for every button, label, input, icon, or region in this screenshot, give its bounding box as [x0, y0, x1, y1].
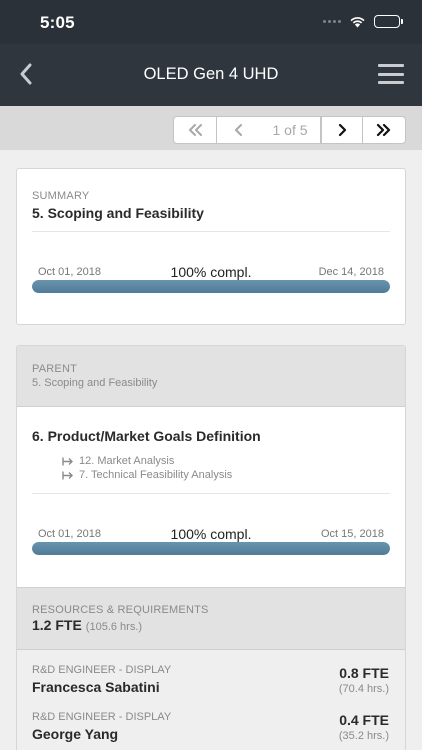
resource-hours: (35.2 hrs.)	[338, 730, 389, 742]
status-time: 5:05	[40, 13, 75, 32]
resource-list: R&D ENGINEER - DISPLAY Francesca Sabatin…	[17, 650, 405, 750]
dependency-item[interactable]: 7. Technical Feasibility Analysis	[62, 468, 232, 482]
resource-name: George Yang	[32, 726, 119, 742]
parent-name: 5. Scoping and Feasibility	[32, 377, 158, 389]
status-icons	[323, 15, 403, 28]
previous-page-button[interactable]	[217, 117, 260, 143]
resource-row[interactable]: R&D ENGINEER - DISPLAY Francesca Sabatin…	[17, 650, 405, 696]
summary-progress-bar	[32, 280, 390, 293]
first-page-button[interactable]	[174, 117, 217, 143]
task-progress-bar	[32, 542, 390, 555]
resource-fte: 0.8 FTE	[339, 665, 389, 681]
page-title: OLED Gen 4 UHD	[143, 65, 279, 83]
resource-row[interactable]: R&D ENGINEER - DISPLAY George Yang 0.4 F…	[17, 697, 405, 743]
resource-role: R&D ENGINEER - DISPLAY	[32, 664, 172, 676]
resources-total: 1.2 FTE (105.6 hrs.)	[32, 617, 142, 633]
divider	[32, 493, 390, 494]
task-title: 6. Product/Market Goals Definition	[32, 428, 261, 444]
resource-fte: 0.4 FTE	[339, 712, 389, 728]
task-section: 6. Product/Market Goals Definition 12. M…	[17, 407, 405, 587]
pagination-bar: 1 of 5	[0, 106, 422, 150]
parent-label: PARENT	[32, 363, 78, 375]
summary-label: SUMMARY	[32, 190, 90, 202]
parent-section[interactable]: PARENT 5. Scoping and Feasibility	[17, 346, 405, 407]
resource-hours: (70.4 hrs.)	[338, 683, 389, 695]
status-bar: 5:05	[0, 0, 422, 44]
resource-role: R&D ENGINEER - DISPLAY	[32, 711, 172, 723]
resources-total-fte: 1.2 FTE	[32, 617, 82, 633]
pager: 1 of 5	[173, 116, 406, 144]
battery-icon	[374, 15, 403, 28]
resource-name: Francesca Sabatini	[32, 679, 160, 695]
dependency-item[interactable]: 12. Market Analysis	[62, 454, 232, 468]
dependency-arrow-icon	[62, 457, 73, 465]
summary-progress-fill	[32, 280, 390, 293]
page-indicator: 1 of 5	[260, 117, 321, 143]
divider	[32, 231, 390, 232]
last-page-button[interactable]	[363, 117, 405, 143]
resources-label: RESOURCES & REQUIREMENTS	[32, 604, 209, 616]
dependency-list: 12. Market Analysis 7. Technical Feasibi…	[62, 454, 232, 482]
summary-end-date: Dec 14, 2018	[318, 266, 384, 278]
summary-card[interactable]: SUMMARY 5. Scoping and Feasibility Oct 0…	[16, 168, 406, 325]
resources-section: RESOURCES & REQUIREMENTS 1.2 FTE (105.6 h…	[17, 587, 405, 650]
last-page-icon	[376, 123, 391, 137]
resources-total-hours: (105.6 hrs.)	[85, 621, 143, 633]
dependency-label: 7. Technical Feasibility Analysis	[79, 469, 233, 481]
next-page-button[interactable]	[321, 117, 363, 143]
hamburger-menu-icon[interactable]	[378, 62, 404, 86]
summary-title: 5. Scoping and Feasibility	[32, 205, 204, 221]
wifi-icon	[350, 17, 365, 28]
task-progress-fill	[32, 542, 390, 555]
task-end-date: Oct 15, 2018	[321, 528, 384, 540]
dependency-label: 12. Market Analysis	[79, 455, 175, 467]
previous-page-icon	[234, 124, 242, 136]
task-card: PARENT 5. Scoping and Feasibility 6. Pro…	[16, 345, 406, 750]
first-page-icon	[189, 124, 202, 136]
cellular-signal-icon	[323, 20, 341, 23]
next-page-icon	[338, 123, 347, 137]
nav-bar: OLED Gen 4 UHD	[0, 44, 422, 106]
dependency-arrow-icon	[62, 471, 73, 479]
